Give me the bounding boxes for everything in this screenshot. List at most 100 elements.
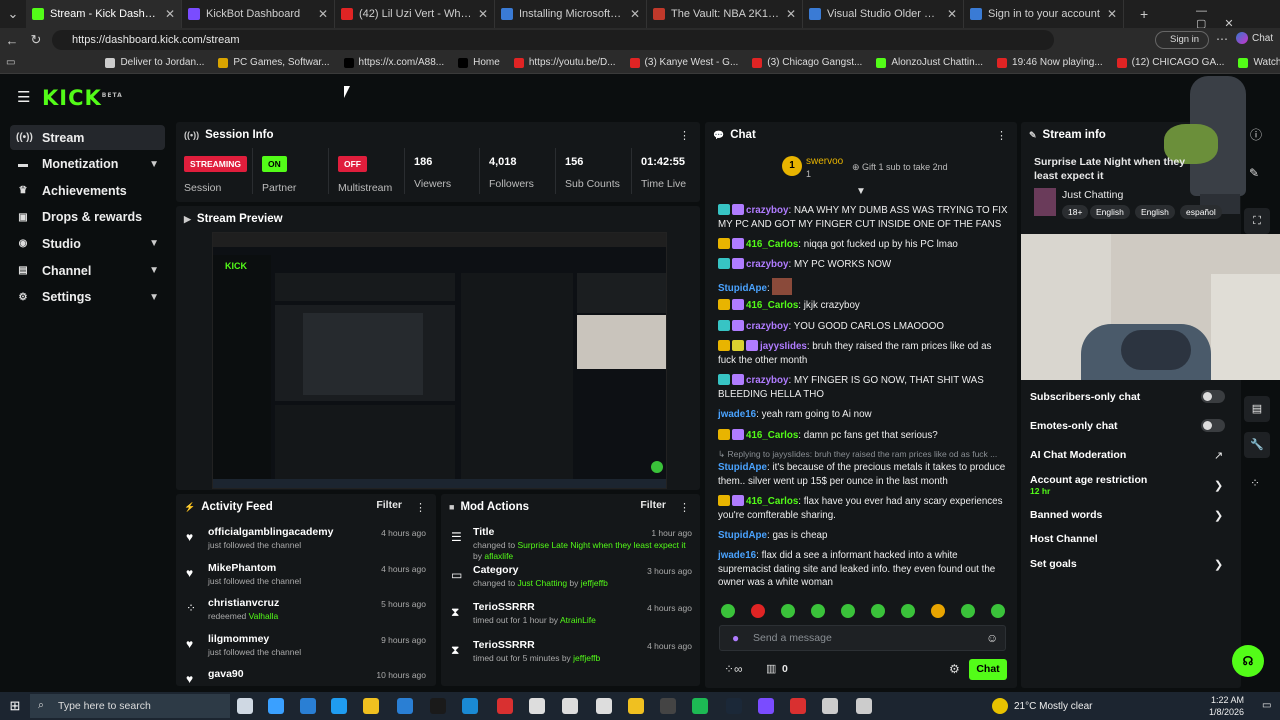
- chat-input[interactable]: ● Send a message ☺: [719, 625, 1006, 651]
- emote-button[interactable]: [751, 604, 765, 618]
- chat-username[interactable]: crazyboy: [746, 375, 788, 386]
- activity-username[interactable]: lilgmommey: [208, 633, 269, 645]
- taskbar-app-icon[interactable]: [726, 698, 742, 714]
- stream-tag[interactable]: English: [1135, 205, 1175, 219]
- chat-message[interactable]: 416_Carlos: damn pc fans get that seriou…: [718, 429, 1010, 443]
- chat-username[interactable]: jwade16: [718, 550, 756, 561]
- chat-username[interactable]: jayysIides: [760, 341, 807, 352]
- stream-setting-banned-words[interactable]: Banned words: [1030, 509, 1230, 521]
- emote-button[interactable]: [961, 604, 975, 618]
- emote-button[interactable]: [781, 604, 795, 618]
- menu-icon[interactable]: ☰: [17, 88, 30, 106]
- emote-button[interactable]: [811, 604, 825, 618]
- stream-setting-account-age-restriction[interactable]: Account age restriction 12 hr: [1030, 474, 1230, 496]
- mic-icon[interactable]: ●: [732, 631, 739, 645]
- browser-chat-label[interactable]: Chat: [1252, 33, 1273, 44]
- tab-close-icon[interactable]: ✕: [630, 7, 640, 21]
- chat-scroll-icon[interactable]: ▼: [856, 186, 866, 197]
- taskbar-app-icon[interactable]: [660, 698, 676, 714]
- bookmark-item[interactable]: https://x.com/A88...: [343, 57, 444, 68]
- stream-tag[interactable]: English: [1090, 205, 1130, 219]
- chat-message[interactable]: crazyboy: NAA WHY MY DUMB ASS WAS TRYING…: [718, 204, 1010, 231]
- chat-username[interactable]: 416_Carlos: [746, 239, 798, 250]
- activity-filter-button[interactable]: Filter: [376, 499, 402, 511]
- sidebar-item-settings[interactable]: ⚙ Settings ▼: [10, 285, 165, 310]
- chat-message[interactable]: crazyboy: MY FINGER IS GO NOW, THAT SHIT…: [718, 374, 1010, 401]
- window-controls[interactable]: —▢✕: [1196, 5, 1280, 30]
- activity-row[interactable]: ♥ gava90 10 hours ago: [176, 666, 434, 684]
- chat-message[interactable]: StupidApe: it's because of the precious …: [718, 461, 1010, 488]
- taskbar-app-icon[interactable]: [268, 698, 284, 714]
- toggle-switch[interactable]: [1201, 419, 1225, 432]
- taskbar-app-icon[interactable]: [856, 698, 872, 714]
- activity-row[interactable]: ♥ officialgamblingacademy just followed th…: [176, 524, 434, 558]
- tab-list-icon[interactable]: ⌄: [0, 6, 26, 22]
- chevron-down-icon[interactable]: ▼: [149, 265, 159, 276]
- reload-icon[interactable]: ↻: [24, 32, 48, 48]
- sidebar-item-achievements[interactable]: ♛ Achievements: [10, 178, 165, 203]
- stream-setting-subscribers-only-chat[interactable]: Subscribers-only chat: [1030, 391, 1230, 403]
- emoji-icon[interactable]: ☺: [986, 631, 998, 645]
- taskbar-app-icon[interactable]: [758, 698, 774, 714]
- bookmark-item[interactable]: Deliver to Jordan...: [105, 57, 204, 68]
- mod-detail-user[interactable]: AtrainLife: [560, 615, 596, 625]
- help-chat-icon[interactable]: ☊: [1232, 645, 1264, 677]
- taskbar-app-icon[interactable]: [430, 698, 446, 714]
- notification-icon[interactable]: ▭: [1262, 700, 1271, 711]
- chat-message[interactable]: jayysIides: bruh they raised the ram pri…: [718, 340, 1010, 367]
- more-icon[interactable]: ⋯: [1216, 32, 1228, 46]
- mod-detail-user[interactable]: aflaxlife: [484, 551, 513, 561]
- tab-close-icon[interactable]: ✕: [947, 7, 957, 21]
- external-link-icon[interactable]: ↗: [1214, 449, 1223, 462]
- browser-tab[interactable]: Stream - Kick Dashboard ✕: [26, 0, 182, 28]
- taskbar-date[interactable]: 1/8/2026: [1204, 707, 1244, 717]
- bookmark-item[interactable]: https://youtu.be/D...: [513, 57, 616, 68]
- mod-detail-user[interactable]: jeffjeffb: [573, 653, 600, 663]
- inventory-icon[interactable]: ▥: [766, 662, 776, 675]
- bookmark-item[interactable]: PC Games, Softwar...: [218, 57, 330, 68]
- stream-setting-host-channel[interactable]: Host Channel: [1030, 533, 1230, 545]
- kick-logo[interactable]: KICKBETA: [42, 86, 123, 110]
- emote-button[interactable]: [841, 604, 855, 618]
- browser-tab[interactable]: Visual Studio Older Downloads - 2 ✕: [803, 0, 964, 28]
- rail-share-icon[interactable]: ⁘: [1250, 476, 1260, 490]
- chat-kebab-icon[interactable]: ⋮: [996, 129, 1007, 142]
- activity-username[interactable]: MikePhantom: [208, 562, 276, 574]
- chevron-right-icon[interactable]: ❯: [1214, 479, 1223, 492]
- mod-action-row[interactable]: ⧗ TerioSSRRR timed out for 5 minutes by je…: [441, 637, 700, 671]
- chat-reply-context[interactable]: ↳ Replying to jayysIides: bruh they rais…: [718, 448, 1010, 462]
- points-icon[interactable]: ⁘∞: [724, 662, 743, 676]
- emote-button[interactable]: [721, 604, 735, 618]
- copilot-icon[interactable]: [1236, 32, 1248, 44]
- activity-username[interactable]: gava90: [208, 668, 244, 680]
- sign-in-button[interactable]: Sign in: [1155, 31, 1209, 49]
- taskbar-app-icon[interactable]: [562, 698, 578, 714]
- back-icon[interactable]: ←: [0, 33, 24, 48]
- mod-kebab-icon[interactable]: ⋮: [679, 501, 690, 514]
- chat-username[interactable]: 416_Carlos: [746, 496, 798, 507]
- browser-tab[interactable]: (42) Lil Uzi Vert - What You Saying ✕: [335, 0, 495, 28]
- taskbar-app-icon[interactable]: [331, 698, 347, 714]
- chat-message[interactable]: StupidApe:: [718, 278, 1010, 296]
- info-icon[interactable]: ⓘ: [1250, 126, 1262, 143]
- chevron-right-icon[interactable]: ❯: [1214, 558, 1223, 571]
- activity-row[interactable]: ♥ MikePhantom just followed the channel 4 h…: [176, 560, 434, 594]
- chat-username[interactable]: crazyboy: [746, 259, 788, 270]
- chat-message[interactable]: StupidApe: gas is cheap: [718, 529, 1010, 543]
- rail-layout-icon[interactable]: ▤: [1244, 396, 1270, 422]
- chat-message[interactable]: 416_Carlos: flax have you ever had any s…: [718, 495, 1010, 522]
- chat-username[interactable]: jwade16: [718, 409, 756, 420]
- activity-kebab-icon[interactable]: ⋮: [415, 501, 426, 514]
- tab-close-icon[interactable]: ✕: [1107, 7, 1117, 21]
- chat-username[interactable]: 416_Carlos: [746, 430, 798, 441]
- chat-username[interactable]: crazyboy: [746, 321, 788, 332]
- taskbar-app-icon[interactable]: [628, 698, 644, 714]
- sidebar-item-drops-rewards[interactable]: ▣ Drops & rewards: [10, 205, 165, 230]
- activity-row[interactable]: ♥ lilgmommey just followed the channel 9 ho…: [176, 631, 434, 665]
- sidebar-item-channel[interactable]: ▤ Channel ▼: [10, 258, 165, 283]
- tab-close-icon[interactable]: ✕: [786, 7, 796, 21]
- new-tab-icon[interactable]: +: [1140, 6, 1148, 22]
- emote-button[interactable]: [901, 604, 915, 618]
- session-kebab-icon[interactable]: ⋮: [679, 129, 690, 142]
- sidebar-item-studio[interactable]: ◉ Studio ▼: [10, 231, 165, 256]
